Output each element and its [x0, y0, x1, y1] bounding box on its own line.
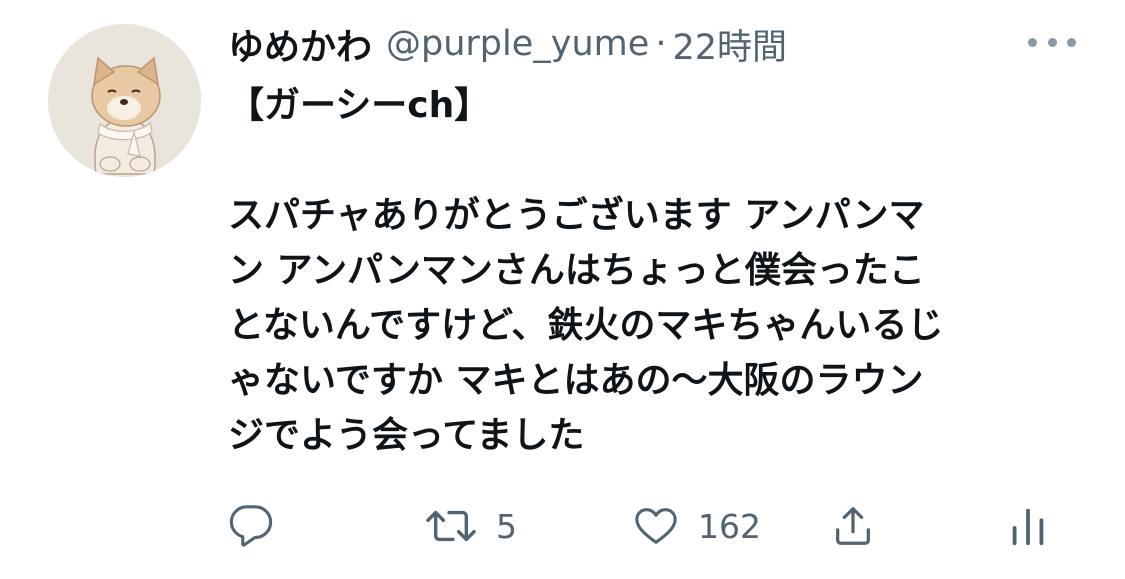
tweet-text: 【ガーシーch】 スパチャありがとうございます アンパンマ ン アンパンマンさん…: [228, 78, 1088, 463]
heart-icon: [635, 508, 677, 544]
ellipsis-icon[interactable]: [1028, 30, 1076, 54]
retweet-icon: [426, 510, 476, 542]
reply-button[interactable]: [228, 496, 274, 556]
like-button[interactable]: 162: [632, 496, 761, 556]
separator-dot: ·: [655, 24, 667, 64]
user-handle[interactable]: @purple_yume: [386, 24, 649, 64]
analytics-button[interactable]: [1008, 496, 1048, 556]
share-button[interactable]: [830, 496, 876, 556]
more-dot: [1028, 37, 1037, 47]
tweet-header: ゆめかわ @purple_yume · 22時間: [228, 20, 787, 68]
action-bar: 5 162: [228, 496, 1088, 556]
timestamp[interactable]: 22時間: [672, 19, 787, 70]
avatar[interactable]: [48, 24, 201, 177]
tweet: ゆめかわ @purple_yume · 22時間 【ガーシーch】 スパチャあり…: [0, 0, 1125, 579]
shiba-puppy-avatar-icon: [48, 24, 201, 177]
retweet-button[interactable]: 5: [424, 496, 517, 556]
tweet-text-line: ジでよう会ってました: [228, 415, 585, 456]
reply-icon: [229, 505, 273, 547]
tweet-text-line: ゃないですか マキとはあの〜大阪のラウン: [228, 360, 924, 401]
tweet-text-line: ン アンパンマンさんはちょっと僕会ったこ: [228, 250, 925, 291]
analytics-icon: [1012, 508, 1044, 546]
tweet-text-line: とないんですけど、鉄火のマキちゃんいるじ: [228, 305, 944, 346]
tweet-text-line: 【ガーシーch】: [228, 85, 491, 126]
share-icon: [836, 507, 870, 545]
display-name[interactable]: ゆめかわ: [228, 18, 372, 70]
more-dot: [1067, 37, 1076, 47]
tweet-text-line: スパチャありがとうございます アンパンマ: [228, 195, 925, 236]
like-count: 162: [698, 506, 761, 546]
more-dot: [1047, 37, 1057, 47]
retweet-count: 5: [496, 506, 517, 546]
